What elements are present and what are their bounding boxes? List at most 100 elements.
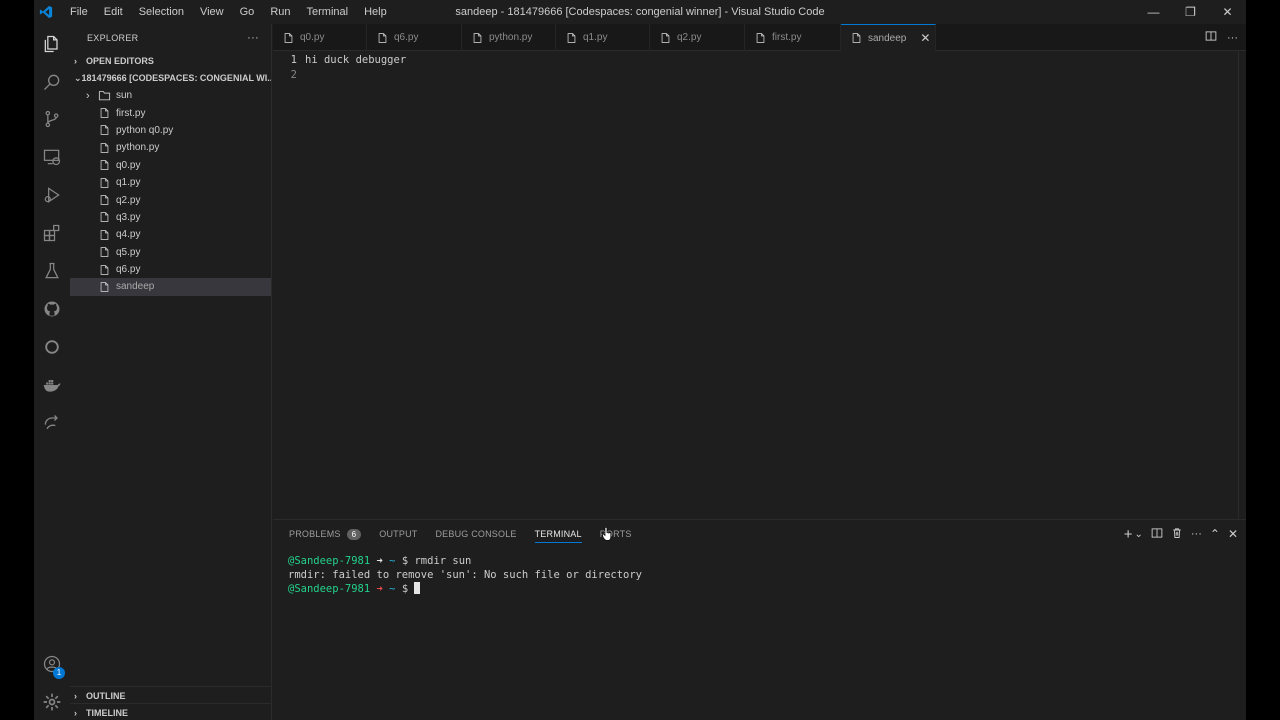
bottom-panel: PROBLEMS 6 OUTPUT DEBUG CONSOLE TERMINAL… bbox=[273, 519, 1246, 720]
chevron-right-icon: › bbox=[74, 707, 77, 718]
copilot-icon[interactable] bbox=[34, 329, 70, 365]
terminal-output[interactable]: @Sandeep-7981 ➜ ~ $ rmdir sun rmdir: fai… bbox=[288, 554, 642, 596]
terminal-user: @Sandeep-7981 bbox=[288, 555, 371, 567]
split-terminal-icon[interactable] bbox=[1151, 527, 1163, 542]
tab-output[interactable]: OUTPUT bbox=[379, 520, 417, 548]
line-number: 1 bbox=[290, 53, 297, 66]
tree-item-label: q5.py bbox=[116, 246, 141, 258]
timeline-section[interactable]: › TIMELINE bbox=[70, 704, 272, 720]
file-icon bbox=[97, 280, 111, 294]
live-share-icon[interactable] bbox=[34, 405, 70, 441]
trash-icon[interactable] bbox=[1171, 527, 1183, 542]
file-icon bbox=[851, 32, 862, 44]
chevron-down-icon[interactable]: ⌄ bbox=[1134, 529, 1142, 540]
prompt-symbol: $ bbox=[401, 583, 409, 595]
tree-item-label: sandeep bbox=[116, 281, 155, 293]
tree-item-q5-py[interactable]: q5.py bbox=[70, 244, 271, 261]
editor-actions: ··· bbox=[1205, 24, 1238, 51]
editor-scrollbar[interactable] bbox=[1238, 52, 1246, 519]
tree-item-label: python q0.py bbox=[116, 124, 174, 136]
editor-tab-q2-py[interactable]: q2.py bbox=[650, 24, 745, 51]
extensions-icon[interactable] bbox=[34, 215, 70, 251]
explorer-more-button[interactable]: ··· bbox=[247, 32, 259, 44]
menu-run[interactable]: Run bbox=[262, 0, 298, 24]
tree-item-label: first.py bbox=[116, 107, 146, 119]
editor-more-icon[interactable]: ··· bbox=[1227, 32, 1238, 44]
explorer-sidebar: EXPLORER ··· › OPEN EDITORS ⌄ 181479666 … bbox=[70, 24, 272, 720]
file-icon bbox=[97, 176, 111, 190]
editor-tab-first-py[interactable]: first.py bbox=[745, 24, 841, 51]
new-terminal-button[interactable]: + bbox=[1124, 526, 1133, 543]
workspace-label: 181479666 [CODESPACES: CONGENIAL WI... bbox=[81, 73, 271, 83]
editor-tab-q1-py[interactable]: q1.py bbox=[556, 24, 650, 51]
prompt-cwd: ~ bbox=[389, 555, 396, 567]
maximize-panel-icon[interactable]: ⌃ bbox=[1210, 527, 1220, 541]
workspace-section[interactable]: ⌄ 181479666 [CODESPACES: CONGENIAL WI... bbox=[70, 69, 271, 87]
file-icon bbox=[660, 32, 671, 44]
tree-item-q6-py[interactable]: q6.py bbox=[70, 261, 271, 278]
accounts-badge: 1 bbox=[53, 667, 65, 679]
tree-item-q0-py[interactable]: q0.py bbox=[70, 157, 271, 174]
tab-debug-console[interactable]: DEBUG CONSOLE bbox=[435, 520, 516, 548]
screen-border bbox=[1246, 0, 1280, 720]
explorer-icon[interactable] bbox=[34, 26, 70, 62]
github-icon[interactable] bbox=[34, 291, 70, 327]
outline-section[interactable]: › OUTLINE bbox=[70, 687, 272, 704]
file-icon bbox=[97, 106, 111, 120]
menu-selection[interactable]: Selection bbox=[131, 0, 192, 24]
close-tab-icon[interactable]: ✕ bbox=[920, 31, 930, 45]
file-icon bbox=[283, 32, 294, 44]
tree-item-q4-py[interactable]: q4.py bbox=[70, 226, 271, 243]
menu-file[interactable]: File bbox=[62, 0, 96, 24]
prompt-symbol: $ bbox=[401, 555, 409, 567]
tree-item-sun[interactable]: › sun bbox=[70, 87, 271, 104]
line-text: hi duck debugger bbox=[305, 53, 407, 66]
tree-item-label: q2.py bbox=[116, 194, 141, 206]
open-editors-label: OPEN EDITORS bbox=[86, 55, 154, 66]
editor-tab-sandeep[interactable]: sandeep ✕ bbox=[841, 24, 936, 51]
menu-edit[interactable]: Edit bbox=[96, 0, 131, 24]
tree-item-q3-py[interactable]: q3.py bbox=[70, 209, 271, 226]
tab-label: q1.py bbox=[583, 32, 608, 43]
tab-problems[interactable]: PROBLEMS 6 bbox=[289, 520, 362, 548]
file-icon bbox=[97, 141, 111, 155]
close-panel-icon[interactable]: ✕ bbox=[1228, 527, 1238, 541]
tree-item-sandeep[interactable]: sandeep bbox=[70, 278, 271, 296]
tree-item-python-q0-py[interactable]: python q0.py bbox=[70, 122, 271, 139]
restore-button[interactable]: ❐ bbox=[1172, 0, 1209, 24]
mouse-pointer-icon bbox=[602, 527, 612, 541]
tree-item-label: q1.py bbox=[116, 177, 141, 189]
tree-item-label: q6.py bbox=[116, 264, 141, 276]
search-icon[interactable] bbox=[34, 64, 70, 100]
split-editor-icon[interactable] bbox=[1205, 30, 1217, 45]
tree-item-q1-py[interactable]: q1.py bbox=[70, 174, 271, 191]
explorer-title: EXPLORER bbox=[87, 33, 139, 43]
open-editors-section[interactable]: › OPEN EDITORS bbox=[70, 52, 271, 69]
accounts-icon[interactable]: 1 bbox=[34, 646, 70, 682]
tree-item-python-py[interactable]: python.py bbox=[70, 139, 271, 156]
code-editor[interactable]: 1 hi duck debugger 2 bbox=[273, 52, 1246, 82]
menu-terminal[interactable]: Terminal bbox=[299, 0, 357, 24]
terminal-line: @Sandeep-7981 ➜ ~ $ bbox=[288, 582, 642, 596]
tab-label: python.py bbox=[489, 32, 533, 43]
gear-icon[interactable] bbox=[34, 684, 70, 720]
menu-view[interactable]: View bbox=[192, 0, 232, 24]
menu-go[interactable]: Go bbox=[232, 0, 263, 24]
explorer-header: EXPLORER ··· bbox=[70, 24, 271, 52]
tree-item-first-py[interactable]: first.py bbox=[70, 104, 271, 121]
editor-tab-q0-py[interactable]: q0.py bbox=[273, 24, 367, 51]
source-control-icon[interactable] bbox=[34, 101, 70, 137]
panel-more-icon[interactable]: ··· bbox=[1191, 528, 1202, 540]
tree-item-q2-py[interactable]: q2.py bbox=[70, 191, 271, 208]
minimize-button[interactable]: — bbox=[1135, 0, 1172, 24]
docker-icon[interactable] bbox=[34, 367, 70, 403]
editor-tab-q6-py[interactable]: q6.py bbox=[367, 24, 462, 51]
close-window-button[interactable]: ✕ bbox=[1209, 0, 1246, 24]
tab-terminal[interactable]: TERMINAL bbox=[534, 520, 582, 548]
editor-tab-python-py[interactable]: python.py bbox=[462, 24, 556, 51]
run-debug-icon[interactable] bbox=[34, 177, 70, 213]
remote-explorer-icon[interactable] bbox=[34, 139, 70, 175]
terminal-command: rmdir sun bbox=[414, 555, 472, 567]
menu-help[interactable]: Help bbox=[356, 0, 395, 24]
testing-icon[interactable] bbox=[34, 253, 70, 289]
